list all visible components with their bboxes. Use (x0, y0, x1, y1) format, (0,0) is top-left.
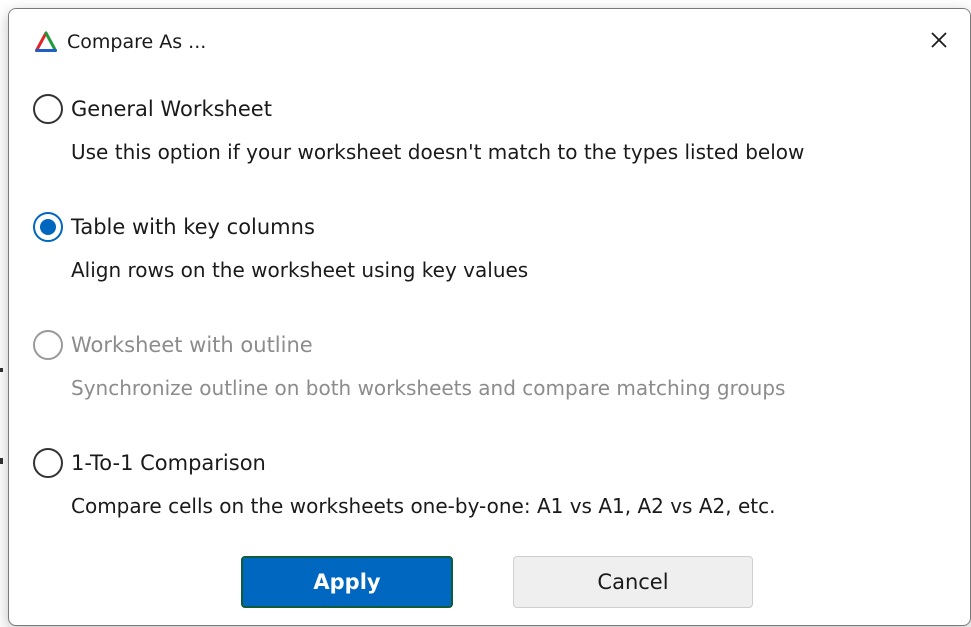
apply-button[interactable]: Apply (241, 556, 453, 608)
option-description: Align rows on the worksheet using key va… (71, 258, 529, 282)
radio-one-to-one-comparison[interactable] (33, 448, 63, 478)
app-triangle-icon (34, 30, 58, 54)
option-label: Worksheet with outline (71, 333, 313, 357)
option-general-worksheet[interactable]: General Worksheet Use this option if you… (33, 89, 960, 207)
radio-worksheet-with-outline (33, 330, 63, 360)
compare-as-dialog: Compare As ... General Worksheet Use thi… (8, 8, 971, 626)
background-residue (0, 458, 3, 464)
title-bar[interactable]: Compare As ... (9, 9, 970, 77)
radio-table-with-key-columns[interactable] (33, 212, 63, 242)
cancel-button[interactable]: Cancel (513, 556, 753, 608)
dialog-title: Compare As ... (67, 31, 207, 53)
option-label[interactable]: General Worksheet (71, 95, 272, 123)
option-table-with-key-columns[interactable]: Table with key columns Align rows on the… (33, 207, 960, 325)
compare-options: General Worksheet Use this option if you… (33, 89, 960, 561)
option-description: Use this option if your worksheet doesn'… (71, 140, 805, 164)
close-button[interactable] (916, 19, 962, 65)
option-worksheet-with-outline: Worksheet with outline Synchronize outli… (33, 325, 960, 443)
option-one-to-one-comparison[interactable]: 1-To-1 Comparison Compare cells on the w… (33, 443, 960, 561)
background-residue (0, 368, 3, 372)
button-row: Apply Cancel (9, 556, 970, 612)
screen: Compare As ... General Worksheet Use thi… (0, 0, 971, 627)
option-label[interactable]: 1-To-1 Comparison (71, 449, 266, 477)
option-label[interactable]: Table with key columns (71, 213, 315, 241)
option-description: Synchronize outline on both worksheets a… (71, 376, 786, 400)
close-icon (929, 30, 949, 54)
option-description: Compare cells on the worksheets one-by-o… (71, 494, 776, 518)
radio-general-worksheet[interactable] (33, 94, 63, 124)
